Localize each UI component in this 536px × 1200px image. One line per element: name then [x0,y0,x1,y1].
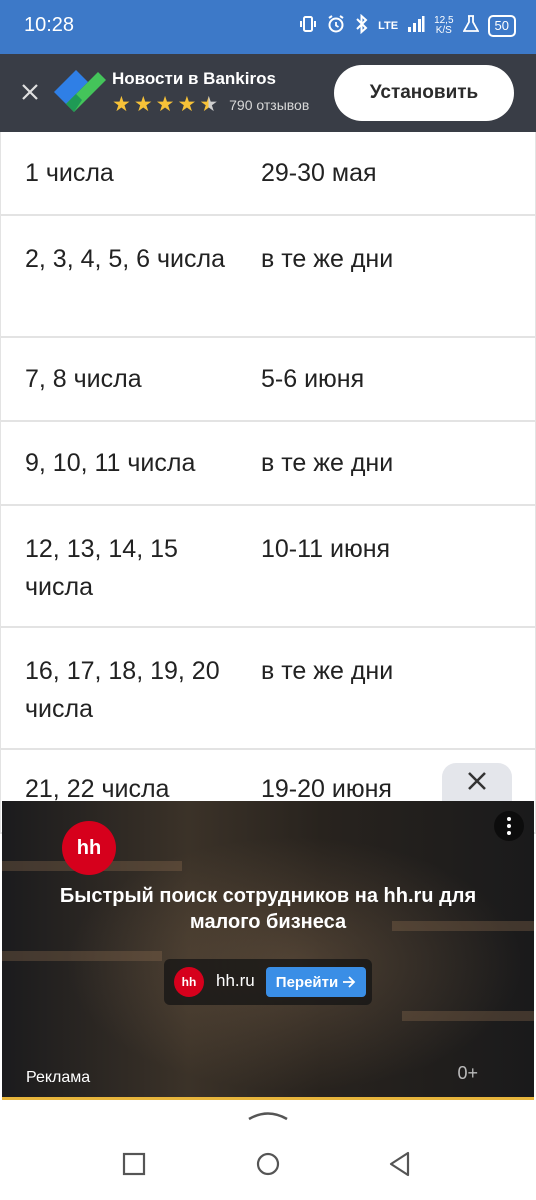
ad-label: Реклама [26,1069,91,1086]
table-cell-dates: 2, 3, 4, 5, 6 числа [25,245,226,273]
table-cell-payment: в те же дни [261,657,394,685]
table-cell-payment: в те же дни [261,449,394,477]
install-button[interactable]: Установить [334,65,514,121]
table-cell-payment: 5-6 июня [261,365,365,393]
rating-stars: ★ ★ ★ ★ ★ 790 отзывов [112,94,309,116]
network-type: LTE [378,20,399,32]
hh-logo: hh [62,821,116,875]
reviews-count: 790 отзывов [229,97,310,113]
menu-dot-icon [507,831,511,835]
system-nav-bar [0,1100,536,1200]
lab-icon [462,15,480,37]
status-time: 10:28 [24,14,75,36]
ad-background-shelf [2,951,162,961]
alarm-icon [326,14,346,38]
table-cell-payment: 10-11 июня [261,535,391,563]
ad-banner[interactable]: hh Быстрый поиск сотрудников на hh.ru дл… [2,801,534,1097]
table-cell-dates: 16, 17, 18, 19, 20 числа [25,657,220,723]
close-banner-icon[interactable] [18,80,42,104]
bluetooth-icon [355,13,369,38]
status-icons: LTE 12,5 K/S 50 [299,13,516,38]
table-cell-dates: 9, 10, 11 числа [25,449,196,477]
net-speed: 12,5 K/S [434,16,453,36]
table-row: 9, 10, 11 числа в те же дни [0,422,536,506]
table-cell-payment: в те же дни [261,245,394,273]
close-ad-button[interactable] [442,763,512,801]
signal-icon [407,15,425,37]
battery-indicator: 50 [487,15,516,37]
table-row: 2, 3, 4, 5, 6 числа в те же дни [0,216,536,338]
table-row: 7, 8 числа 5-6 июня [0,338,536,422]
ad-background-shelf [402,1011,534,1021]
table-row: 12, 13, 14, 15 числа 10-11 июня [0,506,536,628]
ad-go-label: Перейти [275,973,339,991]
close-icon [468,772,486,790]
table-cell-dates: 1 числа [25,159,114,187]
star-icon: ★ [133,93,153,116]
ad-menu-button[interactable] [494,811,524,841]
table-cell-dates: 7, 8 числа [25,365,142,393]
menu-dot-icon [507,824,511,828]
expand-handle-icon[interactable] [247,1106,289,1122]
table-row: 16, 17, 18, 19, 20 числа в те же дни [0,628,536,750]
bankiros-logo [54,70,106,114]
ad-domain: hh.ru [216,971,255,990]
table-row: 1 числа 29-30 мая [0,132,536,216]
ad-headline: Быстрый поиск сотрудников на hh.ru для м… [59,885,477,933]
menu-dot-icon [507,817,511,821]
half-star-icon: ★ [199,93,219,116]
arrow-right-icon [343,976,356,988]
age-rating: 0+ [457,1063,478,1083]
net-speed-unit: K/S [435,25,452,36]
recent-apps-icon[interactable] [120,1150,148,1178]
table-cell-payment: 29-30 мая [261,159,377,187]
home-icon[interactable] [254,1150,282,1178]
ad-cta-box[interactable]: hh hh.ru Перейти [164,959,372,1005]
star-icon: ★ [112,93,131,116]
star-icon: ★ [177,93,197,116]
vibrate-icon [299,15,317,37]
banner-app-title: Новости в Bankiros [112,69,276,88]
table-cell-dates: 12, 13, 14, 15 числа [25,535,178,601]
back-icon[interactable] [386,1150,414,1178]
star-icon: ★ [155,93,175,116]
schedule-table: 1 числа 29-30 мая 2, 3, 4, 5, 6 числа в … [0,132,536,834]
status-bar: 10:28 LTE 12,5 K/S 50 [0,0,536,54]
hh-small-logo: hh [174,967,204,997]
app-install-banner: Новости в Bankiros ★ ★ ★ ★ ★ 790 отзывов… [0,54,536,132]
ad-go-button[interactable]: Перейти [266,967,366,997]
